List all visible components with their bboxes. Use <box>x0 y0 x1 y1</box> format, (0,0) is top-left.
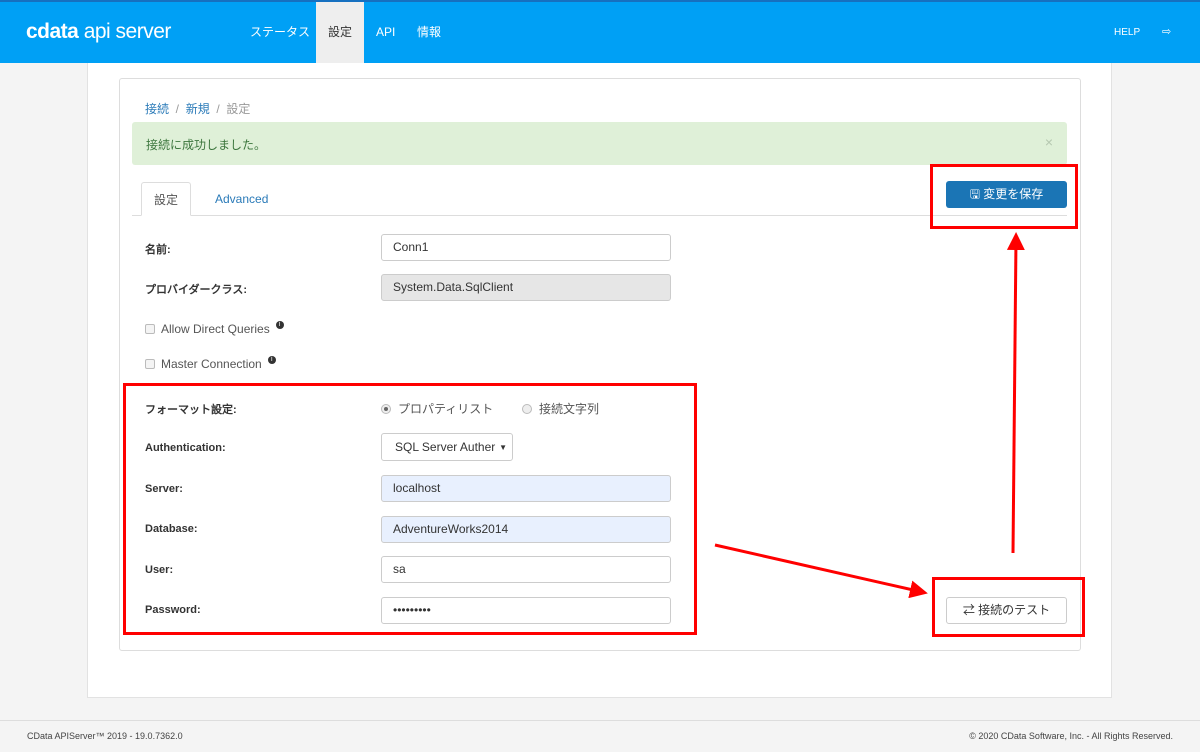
annotation-arrows <box>714 232 1025 599</box>
footer: CData APIServer™ 2019 - 19.0.7362.0 © 20… <box>0 720 1200 751</box>
footer-copyright: © 2020 CData Software, Inc. - All Rights… <box>969 731 1173 741</box>
footer-version: CData APIServer™ 2019 - 19.0.7362.0 <box>27 731 183 741</box>
arrow-to-test <box>714 543 928 599</box>
arrow-to-save <box>1006 232 1025 554</box>
